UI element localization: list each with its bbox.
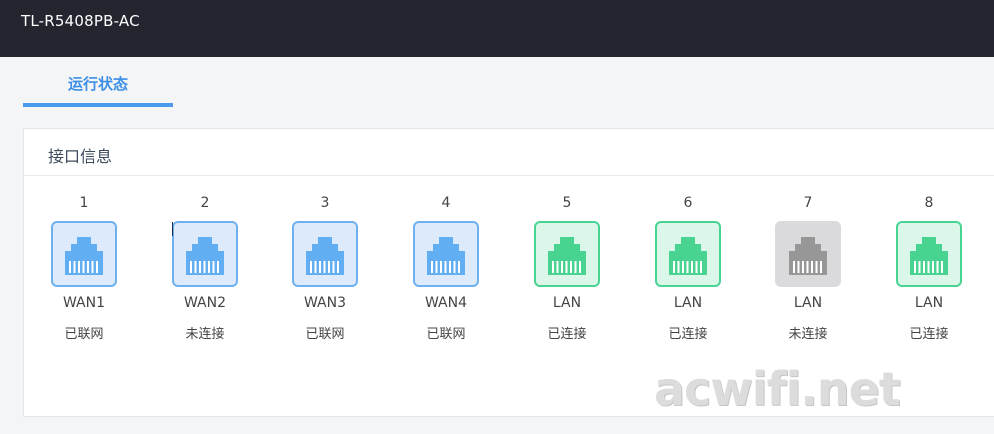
port-type: LAN (793, 295, 823, 311)
port-status: 已连接 (668, 327, 708, 342)
ethernet-port-icon (655, 221, 721, 287)
port-number: 1 (79, 195, 89, 211)
port-type: WAN3 (303, 295, 347, 311)
ethernet-port-icon (51, 221, 117, 287)
port-number: 2 (200, 195, 210, 211)
port-type: LAN (914, 295, 944, 311)
port-number: 7 (803, 195, 813, 211)
text-cursor (172, 222, 173, 236)
tab-bar: 运行状态 (0, 57, 994, 107)
port-7[interactable]: 7 LAN 未连接 (760, 195, 856, 355)
port-type: LAN (552, 295, 582, 311)
ethernet-port-icon (896, 221, 962, 287)
port-status: 已连接 (909, 327, 949, 342)
port-4[interactable]: 4 WAN4 已联网 (398, 195, 494, 355)
ethernet-port-icon (292, 221, 358, 287)
port-3[interactable]: 3 WAN3 已联网 (277, 195, 373, 355)
port-number: 5 (562, 195, 572, 211)
ethernet-port-icon (775, 221, 841, 287)
watermark: acwifi.net (654, 362, 901, 416)
port-status: 已联网 (64, 327, 104, 342)
panel-divider (24, 175, 994, 176)
port-type: LAN (673, 295, 703, 311)
port-type: WAN1 (62, 295, 106, 311)
port-number: 4 (441, 195, 451, 211)
device-model-title: TL-R5408PB-AC (21, 12, 140, 30)
port-status: 已联网 (305, 327, 345, 342)
port-5[interactable]: 5 LAN 已连接 (519, 195, 615, 355)
port-type: WAN4 (424, 295, 468, 311)
port-type: WAN2 (183, 295, 227, 311)
port-8[interactable]: 8 LAN 已连接 (881, 195, 977, 355)
port-status: 未连接 (788, 327, 828, 342)
active-tab-indicator (23, 103, 173, 107)
port-1[interactable]: 1 WAN1 已联网 (36, 195, 132, 355)
ethernet-port-icon (172, 221, 238, 287)
port-status: 未连接 (185, 327, 225, 342)
tab-label: 运行状态 (67, 75, 128, 93)
ethernet-port-icon (534, 221, 600, 287)
ethernet-port-icon (413, 221, 479, 287)
port-number: 8 (924, 195, 934, 211)
tab-running-status[interactable]: 运行状态 (23, 57, 173, 107)
port-status: 已联网 (426, 327, 466, 342)
port-number: 3 (320, 195, 330, 211)
panel-title: 接口信息 (48, 147, 113, 166)
port-6[interactable]: 6 LAN 已连接 (640, 195, 736, 355)
top-bar: TL-R5408PB-AC (0, 0, 994, 57)
port-number: 6 (683, 195, 693, 211)
port-2[interactable]: 2 WAN2 未连接 (157, 195, 253, 355)
port-status: 已连接 (547, 327, 587, 342)
